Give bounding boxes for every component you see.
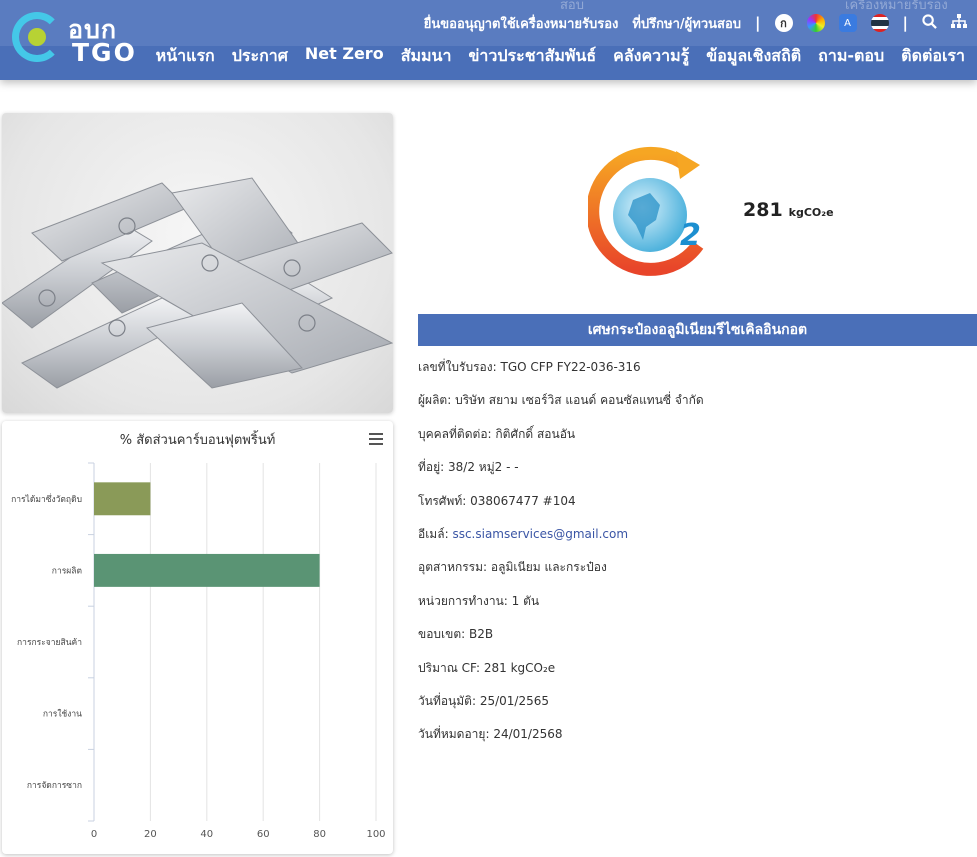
cf-value-display: 281 kgCO₂e — [743, 199, 834, 221]
info-label: หน่วยการทำงาน: — [418, 593, 508, 608]
info-approval-date: วันที่อนุมัติ: 25/01/2565 — [418, 692, 704, 725]
info-expiry-date: วันที่หมดอายุ: 24/01/2568 — [418, 725, 704, 758]
info-label: ผู้ผลิต: — [418, 393, 452, 408]
color-contrast-icon[interactable] — [806, 14, 825, 32]
nav-faq[interactable]: ถาม-ตอบ — [818, 44, 884, 69]
info-value: 281 kgCO₂e — [483, 660, 556, 675]
x-tick-label: 20 — [144, 829, 157, 840]
info-value: 038067477 #104 — [470, 493, 576, 508]
x-tick-label: 100 — [366, 829, 385, 840]
info-contact-person: บุคคลที่ติดต่อ: กิติศักดิ์ สอนอัน — [418, 425, 704, 458]
chart-title: % สัดส่วนคาร์บอนฟุตพริ้นท์ — [119, 433, 276, 448]
info-label: ปริมาณ CF: — [418, 660, 481, 675]
nav-statistics[interactable]: ข้อมูลเชิงสถิติ — [706, 44, 801, 69]
info-label: วันที่อนุมัติ: — [418, 693, 477, 708]
y-category-label: การได้มาซึ่งวัตถุดิบ — [11, 493, 82, 505]
tgo-logo[interactable]: อบก TGO — [12, 10, 142, 68]
info-scope: ขอบเขต: B2B — [418, 625, 704, 658]
top-links: ยื่นขออนุญาตใช้เครื่องหมายรับรอง ที่ปรึก… — [424, 10, 967, 36]
info-label: ขอบเขต: — [418, 627, 466, 642]
info-address: ที่อยู่: 38/2 หมู่2 - - — [418, 458, 704, 491]
product-photo — [2, 113, 393, 413]
info-functional-unit: หน่วยการทำงาน: 1 ตัน — [418, 592, 704, 625]
info-value: กิติศักดิ์ สอนอัน — [495, 426, 576, 441]
info-label: อีเมล์: — [418, 526, 449, 541]
info-value: 1 ตัน — [511, 593, 540, 608]
nav-net-zero[interactable]: Net Zero — [305, 44, 384, 69]
nav-home[interactable]: หน้าแรก — [156, 44, 215, 69]
x-tick-label: 40 — [200, 829, 213, 840]
divider: | — [755, 14, 761, 32]
info-value: TGO CFP FY22-036-316 — [500, 360, 641, 374]
info-value: B2B — [469, 627, 494, 642]
translate-icon[interactable]: A — [838, 14, 857, 32]
sitemap-icon[interactable] — [951, 13, 967, 33]
info-label: โทรศัพท์: — [418, 493, 467, 508]
info-phone: โทรศัพท์: 038067477 #104 — [418, 492, 704, 525]
carbon-footprint-chart: 0 20 40 60 80 100 การได้มาซึ่งวัตถุดิบการผลิตก… — [11, 462, 386, 840]
y-category-label: การผลิต — [52, 566, 82, 576]
info-value: 24/01/2568 — [493, 727, 563, 742]
carbon-footprint-chart-card: 0 20 40 60 80 100 การได้มาซึ่งวัตถุดิบการผลิตก… — [2, 421, 393, 854]
info-industry: อุตสาหกรรม: อลูมิเนียม และกระป๋อง — [418, 558, 704, 591]
info-value: อลูมิเนียม และกระป๋อง — [490, 560, 607, 575]
email-link[interactable]: ssc.siamservices@gmail.com — [452, 527, 628, 541]
cf-value: 281 — [743, 199, 783, 221]
y-category-label: การจัดการซาก — [27, 781, 82, 791]
cf-unit: kgCO₂e — [788, 206, 834, 219]
font-size-icon[interactable]: ก — [774, 14, 793, 32]
site-header: สอบ เครื่องหมายรับรอง อบก TGO ยื่นขออนุญ… — [0, 0, 977, 80]
info-label: วันที่หมดอายุ: — [418, 727, 490, 742]
info-certificate-no: เลขที่ใบรับรอง: TGO CFP FY22-036-316 — [418, 358, 704, 391]
y-category-label: การใช้งาน — [43, 709, 82, 720]
info-value: 38/2 หมู่2 - - — [448, 460, 519, 475]
nav-contact[interactable]: ติดต่อเรา — [901, 44, 965, 69]
carbon-footprint-badge: 2 — [586, 145, 714, 281]
y-category-label: การกระจายสินค้า — [17, 637, 82, 648]
divider: | — [902, 14, 908, 32]
info-manufacturer: ผู้ผลิต: บริษัท สยาม เซอร์วิส แอนด์ คอนซ… — [418, 391, 704, 424]
license-apply-link[interactable]: ยื่นขออนุญาตใช้เครื่องหมายรับรอง — [424, 13, 619, 34]
chart-menu-icon[interactable] — [369, 433, 383, 448]
info-label: ที่อยู่: — [418, 460, 445, 475]
info-label: เลขที่ใบรับรอง: — [418, 360, 497, 374]
x-tick-label: 60 — [257, 829, 270, 840]
aluminium-ingots-image — [2, 177, 393, 389]
main-nav: หน้าแรก ประกาศ Net Zero สัมมนา ข่าวประชา… — [156, 44, 965, 69]
product-info-list: เลขที่ใบรับรอง: TGO CFP FY22-036-316 ผู้… — [418, 358, 704, 759]
info-value: 25/01/2565 — [479, 693, 550, 708]
x-tick-label: 80 — [313, 829, 326, 840]
nav-news[interactable]: ข่าวประชาสัมพันธ์ — [468, 44, 596, 69]
x-tick-label: 0 — [91, 829, 97, 840]
svg-text:2: 2 — [680, 218, 701, 253]
info-label: อุตสาหกรรม: — [418, 560, 488, 575]
nav-knowledge[interactable]: คลังความรู้ — [613, 44, 689, 69]
co2-globe-icon: 2 — [586, 146, 704, 276]
consultant-link[interactable]: ที่ปรึกษา/ผู้ทวนสอบ — [632, 13, 741, 34]
product-title: เศษกระป๋องอลูมิเนียมรีไซเคิลอินกอต — [418, 314, 977, 346]
nav-seminars[interactable]: สัมมนา — [401, 44, 452, 69]
bar — [94, 553, 320, 587]
logo-dot — [28, 28, 46, 46]
thai-flag-icon[interactable] — [870, 14, 889, 32]
info-label: บุคคลที่ติดต่อ: — [418, 426, 492, 441]
bar — [94, 482, 151, 516]
search-icon[interactable] — [922, 13, 937, 33]
info-email: อีเมล์: ssc.siamservices@gmail.com — [418, 525, 704, 558]
nav-announcements[interactable]: ประกาศ — [232, 44, 288, 69]
info-cf-amount: ปริมาณ CF: 281 kgCO₂e — [418, 659, 704, 692]
info-value: บริษัท สยาม เซอร์วิส แอนด์ คอนซัลแทนซี่ … — [455, 393, 704, 408]
logo-tgo-text: TGO — [72, 38, 137, 67]
